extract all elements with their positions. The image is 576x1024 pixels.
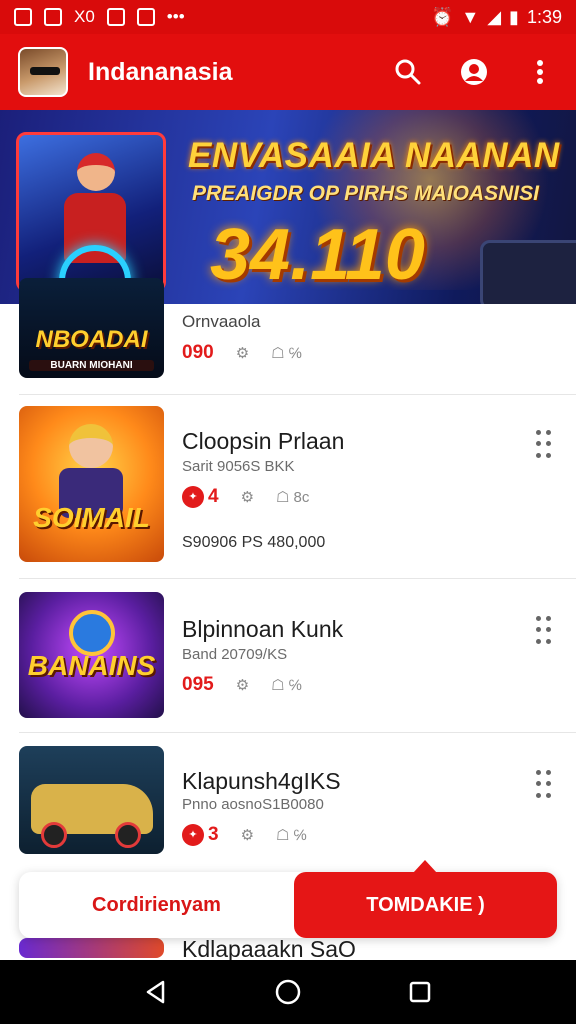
- back-icon: [146, 980, 165, 1004]
- thumbnail-label: SOIMAIL: [33, 502, 150, 533]
- share-icon: ☖: [276, 827, 290, 844]
- gear-icon: ⚙: [235, 345, 250, 362]
- profile-icon: [461, 59, 487, 85]
- item-subtitle: Pnno aosnoS1B0080: [182, 796, 324, 813]
- list-item[interactable]: Kdlapaaakn SaO: [0, 936, 576, 962]
- home-icon: [275, 979, 301, 1005]
- thumbnail-label: NBOADAI: [35, 326, 148, 353]
- fire-icon: ✦: [182, 824, 204, 846]
- share-stat: ☖ 8c: [276, 488, 310, 507]
- game-thumbnail: [19, 938, 164, 958]
- share-stat: ☖ ℅: [276, 826, 307, 845]
- item-menu-button[interactable]: [536, 770, 556, 798]
- status-left-text: X0: [74, 7, 95, 26]
- share-stat: ☖ ℅: [271, 676, 302, 695]
- banner-subheadline: PREAIGDR OP PIRHS MAIOASNISI: [192, 182, 539, 205]
- item-stats: 095 ⚙ ☖ ℅: [182, 674, 302, 696]
- more-options-button[interactable]: [522, 54, 558, 90]
- rating-stat: ⚙: [241, 488, 254, 506]
- gear-icon: ⚙: [235, 677, 250, 694]
- rating-stat: ⚙: [236, 344, 249, 362]
- primary-action-button[interactable]: TOMDAKIE ): [294, 872, 557, 938]
- rating-stat: ⚙: [236, 676, 249, 694]
- secondary-action-button[interactable]: Cordirienyam: [19, 872, 294, 938]
- item-title: Blpinnoan Kunk: [182, 616, 344, 642]
- badge-stat: ✦ 4: [182, 486, 219, 508]
- gear-icon: ⚙: [240, 489, 255, 506]
- list-item[interactable]: NBOADAI BUARN MIOHANI Ornvaaola 090 ⚙ ☖ ℅: [0, 270, 576, 395]
- badge-stat: ✦ 3: [182, 824, 219, 846]
- share-icon: ☖: [276, 489, 290, 506]
- status-indicators: ⏰ ▼ ◢ ▮ 1:39: [431, 7, 562, 28]
- home-button[interactable]: [268, 972, 308, 1012]
- item-title: Kdlapaaakn SaO: [182, 936, 356, 962]
- status-bar: X0 ••• ⏰ ▼ ◢ ▮ 1:39: [0, 0, 576, 34]
- share-icon: ☖: [271, 345, 285, 362]
- list-item[interactable]: SOIMAIL Cloopsin Prlaan Sarit 9056S BKK …: [0, 406, 576, 586]
- game-thumbnail: NBOADAI BUARN MIOHANI: [19, 278, 164, 378]
- game-thumbnail: BANAINS: [19, 592, 164, 718]
- search-button[interactable]: [390, 54, 426, 90]
- more-vert-icon: [537, 60, 543, 84]
- item-subtitle: Ornvaaola: [182, 312, 261, 331]
- wifi-icon: ▼: [461, 6, 480, 27]
- avatar[interactable]: [18, 47, 68, 97]
- list-item[interactable]: BANAINS Blpinnoan Kunk Band 20709/KS 095…: [0, 592, 576, 733]
- item-stats: 090 ⚙ ☖ ℅: [182, 342, 302, 364]
- badge-count: 4: [208, 486, 219, 507]
- item-menu-button[interactable]: [536, 430, 556, 458]
- search-icon: [395, 59, 421, 85]
- signal-icon: ◢: [487, 6, 502, 27]
- back-button[interactable]: [136, 972, 176, 1012]
- banner-headline: ENVASAAIA NAANAN: [188, 136, 560, 175]
- share-icon: ☖: [271, 677, 285, 694]
- banner-hero-image: [16, 132, 166, 292]
- item-price: 095: [182, 674, 214, 695]
- app-bar: Indananasia: [0, 34, 576, 110]
- notification-icon: [14, 8, 32, 26]
- thumbnail-sublabel: BUARN MIOHANI: [29, 360, 154, 371]
- gear-icon: ⚙: [240, 827, 255, 844]
- notification-icon: [44, 8, 62, 26]
- recents-button[interactable]: [400, 972, 440, 1012]
- battery-icon: ▮: [509, 6, 519, 27]
- rating-stat: ⚙: [241, 826, 254, 844]
- item-menu-button[interactable]: [536, 616, 556, 644]
- list-item[interactable]: Klapunsh4gIKS Pnno aosnoS1B0080 ✦ 3 ⚙ ☖ ℅: [0, 746, 576, 856]
- notification-icon: [106, 8, 125, 26]
- more-notifications-icon: •••: [166, 7, 185, 26]
- alarm-icon: ⏰: [430, 6, 454, 27]
- system-nav-bar: [0, 960, 576, 1024]
- item-subtitle: Sarit 9056S BKK: [182, 458, 295, 475]
- item-title: Klapunsh4gIKS: [182, 768, 341, 794]
- notification-icon: [136, 8, 155, 26]
- status-notifications: X0 •••: [14, 7, 185, 27]
- profile-button[interactable]: [456, 54, 492, 90]
- share-stat: ☖ ℅: [271, 344, 302, 363]
- badge-count: 3: [208, 824, 219, 845]
- game-thumbnail: [19, 746, 164, 854]
- item-meta: S90906 PS 480,000: [182, 534, 326, 551]
- fire-icon: ✦: [182, 486, 204, 508]
- thumbnail-label: BANAINS: [27, 650, 156, 681]
- recents-icon: [409, 981, 431, 1003]
- item-stats: ✦ 3 ⚙ ☖ ℅: [182, 824, 307, 846]
- item-price: 090: [182, 342, 214, 363]
- bottom-action-bar: Cordirienyam TOMDAKIE ): [19, 860, 557, 938]
- item-stats: ✦ 4 ⚙ ☖ 8c: [182, 486, 309, 508]
- app-title: Indananasia: [88, 57, 233, 86]
- item-title: Cloopsin Prlaan: [182, 428, 345, 454]
- clock: 1:39: [526, 6, 562, 27]
- game-thumbnail: SOIMAIL: [19, 406, 164, 562]
- item-subtitle: Band 20709/KS: [182, 646, 288, 663]
